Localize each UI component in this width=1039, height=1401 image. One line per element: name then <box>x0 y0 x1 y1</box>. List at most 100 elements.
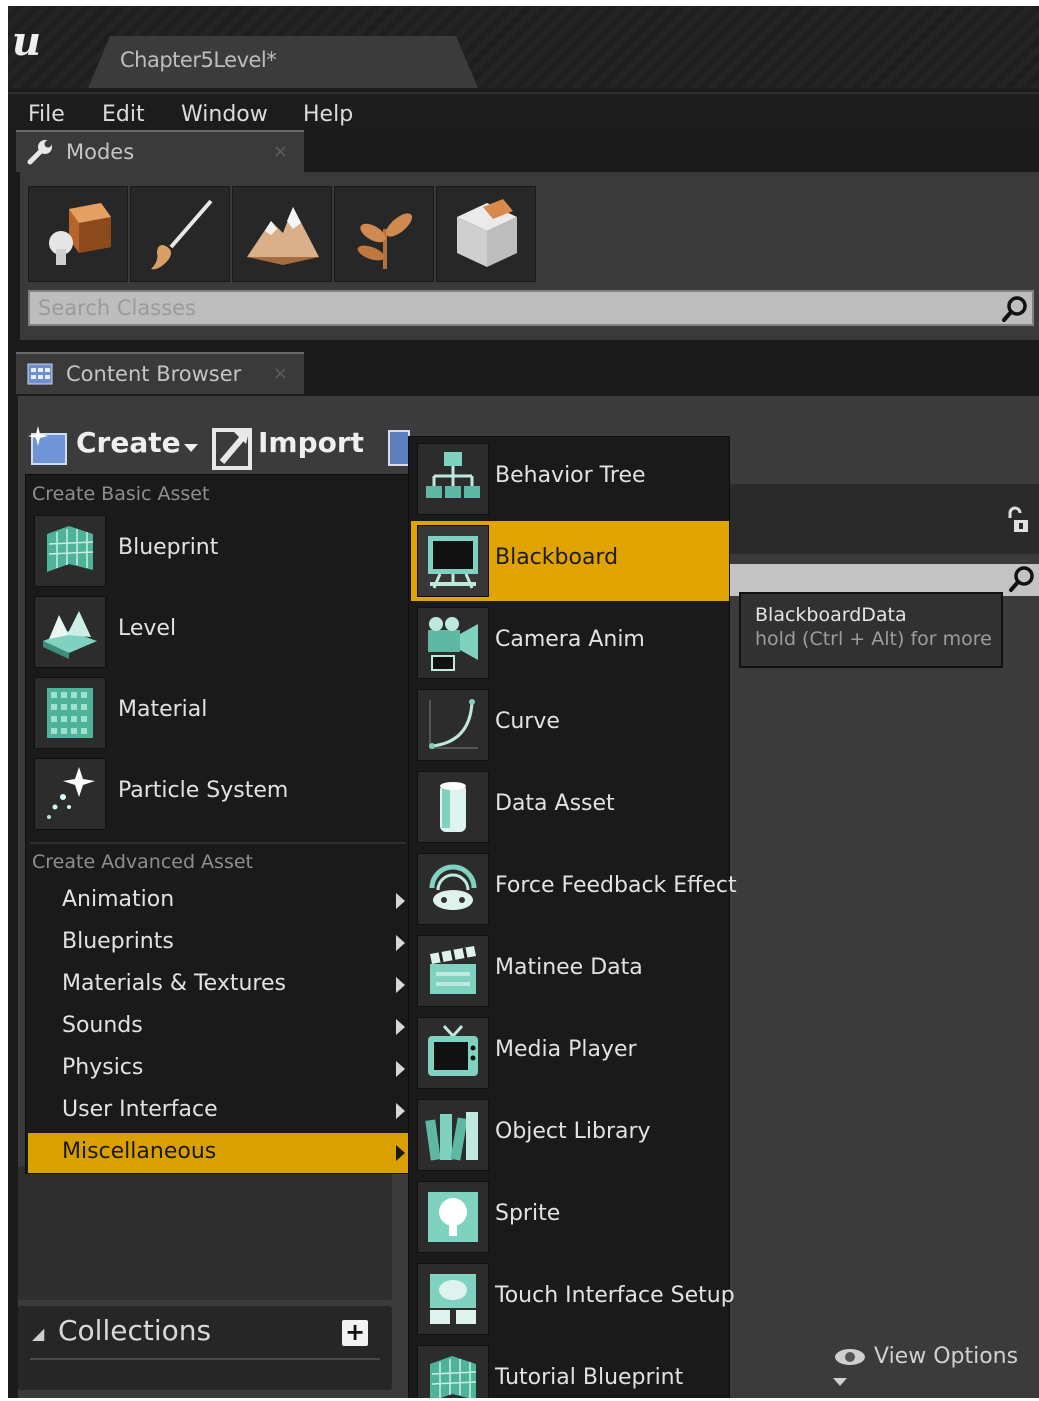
content-browser-tab[interactable]: Content Browser × <box>16 352 304 394</box>
create-particle-system-item[interactable]: Particle System <box>32 756 408 832</box>
blackboard-icon <box>428 536 478 589</box>
object-library-thumb <box>417 1099 489 1171</box>
menu-edit[interactable]: Edit <box>102 102 145 127</box>
landscape-mode-icon <box>247 207 319 265</box>
create-blackboard-label: Blackboard <box>495 545 619 570</box>
advanced-asset-header: Create Advanced Asset <box>32 851 253 873</box>
sources-panel <box>18 1166 392 1300</box>
create-tutorial-blueprint-label: Tutorial Blueprint <box>495 1365 684 1390</box>
menu-file[interactable]: File <box>28 102 65 127</box>
create-button[interactable]: Create <box>26 424 206 468</box>
eye-icon <box>835 1349 865 1365</box>
landscape-mode-button[interactable] <box>232 186 332 282</box>
basic-asset-header: Create Basic Asset <box>32 483 210 505</box>
submenu-arrow-icon <box>396 1145 405 1161</box>
create-force-feedback-label: Force Feedback Effect <box>495 873 737 898</box>
create-material-item[interactable]: Material <box>32 675 408 751</box>
create-material-label: Material <box>118 697 208 722</box>
submenu-user-interface-label: User Interface <box>62 1097 218 1122</box>
media-player-thumb <box>417 1017 489 1089</box>
import-button[interactable]: Import <box>210 422 364 470</box>
geometry-mode-icon <box>457 199 517 267</box>
create-dropdown-arrow-icon <box>184 444 198 452</box>
place-mode-button[interactable] <box>28 186 128 282</box>
submenu-physics[interactable]: Physics <box>28 1049 410 1089</box>
create-blueprint-label: Blueprint <box>118 535 219 560</box>
create-level-label: Level <box>118 616 177 641</box>
content-browser-icon <box>27 363 53 385</box>
blackboard-tooltip: BlackboardData hold (Ctrl + Alt) for mor… <box>739 592 1003 668</box>
create-camera-anim-item[interactable]: Camera Anim <box>411 603 729 683</box>
title-bar: u Chapter5Level* <box>8 6 1039 88</box>
material-icon <box>47 688 93 738</box>
editor-window: u Chapter5Level* File Edit Window Help M… <box>8 6 1039 1398</box>
level-thumb <box>34 596 106 668</box>
create-tutorial-blueprint-item[interactable]: Tutorial Blueprint <box>411 1341 729 1398</box>
foliage-mode-button[interactable] <box>334 186 434 282</box>
menu-window[interactable]: Window <box>181 102 268 127</box>
create-touch-interface-item[interactable]: Touch Interface Setup <box>411 1259 735 1339</box>
search-classes-input[interactable] <box>38 294 988 322</box>
save-all-icon[interactable] <box>388 430 410 466</box>
create-blackboard-item[interactable]: Blackboard <box>411 521 729 601</box>
create-data-asset-item[interactable]: Data Asset <box>411 767 729 847</box>
sprite-icon <box>428 1192 478 1242</box>
collections-label: Collections <box>58 1314 212 1347</box>
create-object-library-item[interactable]: Object Library <box>411 1095 729 1175</box>
submenu-arrow-icon <box>396 935 405 951</box>
create-media-player-label: Media Player <box>495 1037 637 1062</box>
behavior-tree-icon <box>426 452 480 498</box>
content-browser-close-icon[interactable]: × <box>273 363 288 384</box>
lock-icon[interactable] <box>1004 506 1032 536</box>
create-behavior-tree-item[interactable]: Behavior Tree <box>411 439 729 519</box>
asset-search-icon[interactable] <box>1007 564 1037 594</box>
touch-interface-thumb <box>417 1263 489 1335</box>
view-options-button[interactable]: View Options <box>833 1344 1039 1394</box>
material-thumb <box>34 677 106 749</box>
data-asset-thumb <box>417 771 489 843</box>
submenu-sounds-label: Sounds <box>62 1013 143 1038</box>
create-curve-item[interactable]: Curve <box>411 685 729 765</box>
document-tab-label: Chapter5Level* <box>120 48 277 72</box>
create-particle-system-label: Particle System <box>118 778 289 803</box>
force-feedback-icon <box>429 864 477 910</box>
add-collection-button[interactable]: + <box>342 1320 368 1346</box>
create-media-player-item[interactable]: Media Player <box>411 1013 729 1093</box>
document-tab[interactable]: Chapter5Level* <box>88 36 478 88</box>
submenu-miscellaneous[interactable]: Miscellaneous <box>28 1133 410 1173</box>
submenu-sounds[interactable]: Sounds <box>28 1007 410 1047</box>
geometry-mode-button[interactable] <box>436 186 536 282</box>
search-icon[interactable] <box>1000 294 1030 324</box>
menu-help[interactable]: Help <box>303 102 353 127</box>
create-sprite-item[interactable]: Sprite <box>411 1177 729 1257</box>
create-force-feedback-item[interactable]: Force Feedback Effect <box>411 849 737 929</box>
wrench-icon <box>27 140 52 165</box>
create-matinee-data-item[interactable]: Matinee Data <box>411 931 729 1011</box>
matinee-data-thumb <box>417 935 489 1007</box>
collections-header: ◢ Collections + <box>18 1306 392 1390</box>
modes-tab[interactable]: Modes × <box>16 130 304 172</box>
create-matinee-data-label: Matinee Data <box>495 955 643 980</box>
paint-mode-button[interactable] <box>130 186 230 282</box>
submenu-animation[interactable]: Animation <box>28 881 410 921</box>
submenu-blueprints[interactable]: Blueprints <box>28 923 410 963</box>
sprite-thumb <box>417 1181 489 1253</box>
submenu-user-interface[interactable]: User Interface <box>28 1091 410 1131</box>
blackboard-thumb <box>417 525 489 597</box>
tutorial-blueprint-icon <box>430 1356 477 1398</box>
submenu-arrow-icon <box>396 977 405 993</box>
media-player-icon <box>428 1024 478 1076</box>
modes-close-icon[interactable]: × <box>273 141 288 162</box>
curve-icon <box>429 699 478 749</box>
content-browser-tab-label: Content Browser <box>66 362 242 386</box>
create-camera-anim-label: Camera Anim <box>495 627 645 652</box>
submenu-miscellaneous-label: Miscellaneous <box>62 1139 217 1164</box>
section-divider <box>30 842 406 844</box>
create-level-item[interactable]: Level <box>32 594 408 670</box>
create-label: Create <box>76 426 181 459</box>
create-blueprint-item[interactable]: Blueprint <box>32 513 408 589</box>
submenu-materials-textures[interactable]: Materials & Textures <box>28 965 410 1005</box>
collapse-triangle-icon[interactable]: ◢ <box>32 1324 44 1343</box>
tutorial-blueprint-thumb <box>417 1345 489 1398</box>
paint-mode-icon <box>151 199 213 270</box>
